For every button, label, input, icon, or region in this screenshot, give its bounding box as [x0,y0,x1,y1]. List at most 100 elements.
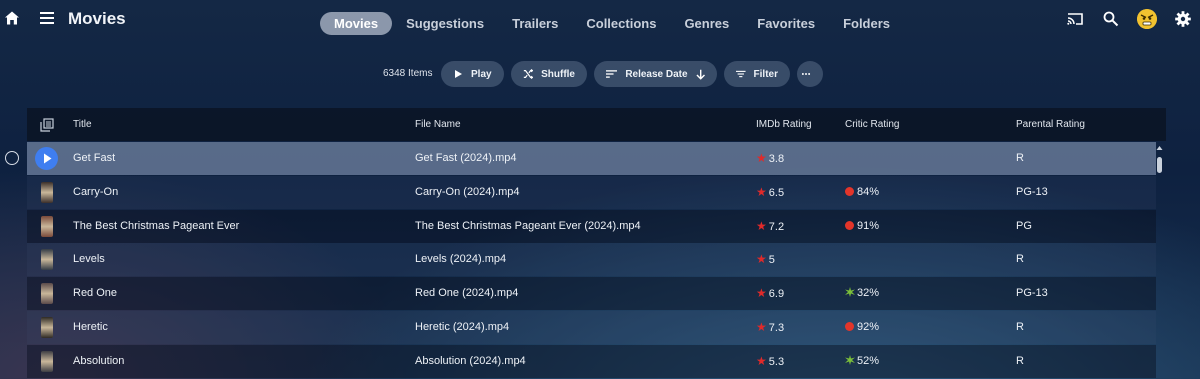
parental-rating: PG [1016,220,1032,232]
tab-collections[interactable]: Collections [572,12,670,35]
imdb-value: 3.8 [768,153,785,165]
select-all-icon[interactable] [40,118,54,132]
table-row[interactable]: Absolution Absolution (2024).mp4 ★ 5.3 52% R [27,345,1156,378]
tab-folders[interactable]: Folders [829,12,904,35]
critic-rating: 84% [845,186,879,198]
imdb-rating: ★ 5 [756,252,775,266]
parental-rating: PG-13 [1016,287,1048,299]
parental-rating: R [1016,321,1024,333]
star-icon: ★ [756,286,767,300]
table-row[interactable]: Get Fast Get Fast (2024).mp4 ★ 3.8 R [27,142,1156,175]
filter-label: Filter [753,68,778,80]
critic-value: 84% [857,186,880,198]
menu-icon[interactable] [39,11,55,25]
imdb-value: 5.3 [768,356,785,368]
poster-thumbnail[interactable] [41,216,53,237]
tomato-icon [845,221,854,230]
play-label: Play [471,68,492,80]
table-row[interactable]: Red One Red One (2024).mp4 ★ 6.9 32% PG-13 [27,277,1156,310]
tab-favorites[interactable]: Favorites [743,12,829,35]
home-icon[interactable] [4,10,20,26]
avatar[interactable] [1137,9,1157,29]
tab-movies[interactable]: Movies [320,11,393,35]
more-button[interactable] [797,61,823,87]
parental-rating: PG-13 [1016,186,1048,198]
poster-thumbnail[interactable] [41,283,53,304]
critic-value: 91% [857,220,880,232]
scrollbar[interactable] [1155,145,1164,379]
parental-rating: R [1016,253,1024,265]
parental-rating: R [1016,355,1024,367]
page-title: Movies [68,9,126,28]
top-bar: Movies Movies Suggestions Trailers Colle… [0,0,1200,46]
column-file-name[interactable]: File Name [415,119,461,130]
column-imdb-rating[interactable]: IMDb Rating [756,119,812,130]
imdb-rating: ★ 6.5 [756,185,784,199]
movie-title[interactable]: Levels [73,253,105,265]
file-name: The Best Christmas Pageant Ever (2024).m… [415,220,641,232]
avatar-face-icon [1137,9,1157,29]
column-critic-rating[interactable]: Critic Rating [845,119,899,130]
filter-button[interactable]: Filter [724,61,790,87]
sort-icon [606,70,618,78]
search-icon[interactable] [1102,10,1120,28]
cast-icon[interactable] [1066,10,1084,28]
table-row[interactable]: Heretic Heretic (2024).mp4 ★ 7.3 92% R [27,311,1156,344]
column-title[interactable]: Title [73,119,92,130]
table-row[interactable]: Levels Levels (2024).mp4 ★ 5 R [27,243,1156,276]
imdb-rating: ★ 6.9 [756,286,784,300]
imdb-value: 7.2 [768,221,785,233]
shuffle-label: Shuffle [541,68,575,80]
arrow-down-icon [696,69,705,80]
scroll-thumb[interactable] [1157,157,1162,173]
star-icon: ★ [756,151,767,165]
table-row[interactable]: Carry-On Carry-On (2024).mp4 ★ 6.5 84% PG-13 [27,176,1156,209]
file-name: Red One (2024).mp4 [415,287,519,299]
poster-thumbnail[interactable] [41,351,53,372]
imdb-value: 6.5 [768,187,785,199]
imdb-value: 7.3 [768,322,785,334]
shuffle-icon [523,68,534,80]
critic-value: 92% [857,321,880,333]
star-icon: ★ [756,185,767,199]
tomato-icon [845,187,854,196]
poster-thumbnail[interactable] [41,249,53,270]
sort-button[interactable]: Release Date [594,61,717,87]
more-icon [801,73,811,75]
movie-title[interactable]: Heretic [73,321,108,333]
toolbar: 6348 Items Play Shuffle Release Date Fil… [0,61,1200,87]
play-button[interactable]: Play [441,61,504,87]
poster-thumbnail[interactable] [41,317,53,338]
column-parental-rating[interactable]: Parental Rating [1016,119,1085,130]
movie-title[interactable]: The Best Christmas Pageant Ever [73,220,239,232]
movie-title[interactable]: Absolution [73,355,124,367]
critic-rating: 52% [845,355,879,367]
file-name: Get Fast (2024).mp4 [415,152,517,164]
table-row[interactable]: The Best Christmas Pageant Ever The Best … [27,210,1156,243]
movie-title[interactable]: Red One [73,287,117,299]
sort-label: Release Date [625,68,688,80]
movie-title[interactable]: Carry-On [73,186,118,198]
critic-value: 52% [857,355,880,367]
row-select-checkbox[interactable] [5,151,19,165]
play-item-button[interactable] [35,147,58,170]
poster-thumbnail[interactable] [41,182,53,203]
critic-value: 32% [857,287,880,299]
tab-suggestions[interactable]: Suggestions [392,12,498,35]
imdb-rating: ★ 7.3 [756,320,784,334]
critic-rating: 92% [845,321,879,333]
tab-genres[interactable]: Genres [670,12,743,35]
file-name: Absolution (2024).mp4 [415,355,526,367]
star-icon: ★ [756,219,767,233]
scroll-up-icon[interactable] [1156,145,1163,151]
imdb-value: 6.9 [768,288,785,300]
gear-icon[interactable] [1174,10,1192,28]
splat-icon [845,287,855,297]
play-icon [455,70,462,78]
critic-rating: 91% [845,220,879,232]
tab-trailers[interactable]: Trailers [498,12,572,35]
shuffle-button[interactable]: Shuffle [511,61,587,87]
tab-bar: Movies Suggestions Trailers Collections … [320,11,904,35]
movie-title[interactable]: Get Fast [73,152,115,164]
tomato-icon [845,322,854,331]
